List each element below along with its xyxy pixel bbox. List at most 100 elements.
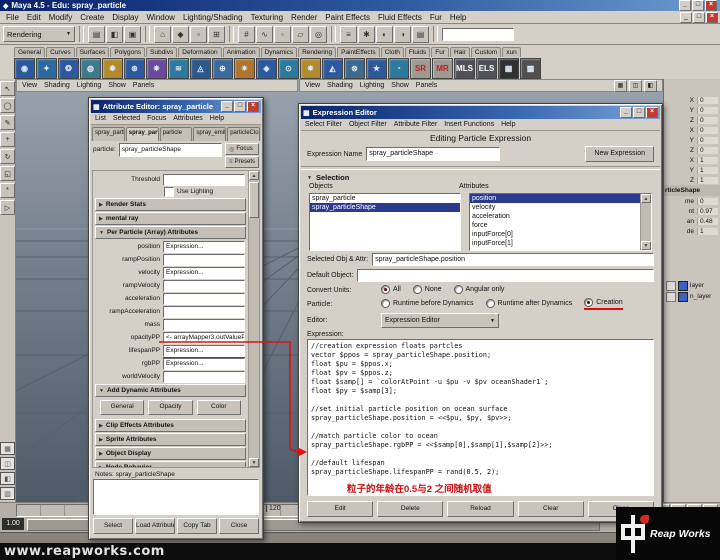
channel-row[interactable]: Y 0 — [664, 105, 720, 115]
menu-set-dropdown[interactable]: Rendering ▼ — [3, 26, 75, 42]
menu-item[interactable]: Help — [501, 121, 515, 128]
menu-item[interactable]: Insert Functions — [444, 121, 494, 128]
panel-menu-item[interactable]: Lighting — [360, 82, 385, 89]
panel-menu-item[interactable]: Shading — [327, 82, 353, 89]
shelf-icon[interactable]: ★ — [366, 58, 387, 79]
menu-item[interactable]: Create — [76, 13, 108, 22]
panel-menu-item[interactable]: Show — [108, 82, 126, 89]
pane-layout-single-button[interactable]: ◧ — [644, 80, 657, 92]
add-attribute-button[interactable]: Color — [197, 400, 241, 415]
shelf-icon[interactable]: ✵ — [146, 58, 167, 79]
attribute-editor-tab[interactable]: spray_particleShape — [126, 127, 159, 141]
input-connections-icon[interactable]: ≡ — [340, 26, 357, 43]
pp-attribute-field[interactable] — [163, 293, 245, 305]
menu-item[interactable]: Attribute Filter — [394, 121, 438, 128]
menu-item[interactable]: Lighting/Shading — [179, 13, 247, 22]
radio-option[interactable]: All — [381, 285, 401, 295]
save-scene-icon[interactable]: ▣ — [124, 26, 141, 43]
attribute-list-item[interactable]: force — [470, 221, 641, 230]
pp-attribute-field[interactable] — [163, 280, 245, 292]
shelf-icon[interactable]: ◍ — [80, 58, 101, 79]
layer-visibility-toggle[interactable] — [666, 292, 676, 302]
attribute-editor-tab[interactable]: particleClo — [227, 127, 260, 141]
shelf-tab[interactable]: Custom — [471, 47, 501, 57]
shape-node-header[interactable]: rticleShape — [664, 185, 720, 196]
shelf-tab[interactable]: Cloth — [381, 47, 404, 57]
pp-attribute-field[interactable]: <- arrayMapper3.outValuePP — [163, 332, 245, 344]
channel-row[interactable]: X 0 — [664, 95, 720, 105]
shelf-icon[interactable]: ≋ — [168, 58, 189, 79]
shelf-icon[interactable]: ◈ — [256, 58, 277, 79]
add-attribute-button[interactable]: General — [100, 400, 144, 415]
attribute-editor-button[interactable]: Load Attributes — [135, 518, 175, 534]
attribute-editor-tab[interactable]: spray_emitter — [193, 127, 226, 141]
menu-item[interactable]: Fluid Effects — [374, 13, 426, 22]
rotate-tool-icon[interactable]: ↻ — [0, 149, 15, 164]
divider[interactable] — [433, 26, 438, 42]
expression-editor-titlebar[interactable]: ▦ Expression Editor _□× — [301, 106, 660, 119]
radio-option[interactable]: Runtime after Dynamics — [486, 299, 573, 309]
select-tool-icon[interactable]: ↖ — [0, 81, 15, 96]
shelf-icon[interactable]: ▩ — [520, 58, 541, 79]
shelf-tab[interactable]: Polygons — [110, 47, 145, 57]
layer-visibility-toggle[interactable] — [666, 281, 676, 291]
channel-row[interactable]: Y 1 — [664, 165, 720, 175]
shelf-icon[interactable]: ▦ — [498, 58, 519, 79]
shelf-icon[interactable]: MLS — [454, 58, 475, 79]
close-button[interactable]: × — [705, 0, 717, 11]
per-particle-section-header[interactable]: ▼ Per Particle (Array) Attributes — [95, 226, 246, 239]
divider[interactable] — [229, 26, 234, 42]
section-header[interactable]: ▶ Clip Effects Attributes — [95, 419, 246, 432]
divider[interactable] — [79, 26, 84, 42]
node-name-field[interactable]: spray_particleShape — [119, 143, 222, 157]
attribute-list-item[interactable]: acceleration — [470, 212, 641, 221]
lasso-tool-icon[interactable]: ◯ — [0, 98, 15, 113]
shelf-icon[interactable]: ✸ — [300, 58, 321, 79]
expression-editor-button[interactable]: Edit — [307, 501, 373, 517]
pp-attribute-field[interactable] — [163, 306, 245, 318]
pp-attribute-field[interactable]: Expression... — [163, 358, 245, 370]
shelf-tab[interactable]: xun — [502, 47, 520, 57]
object-list-item[interactable]: spray_particleShape — [310, 203, 460, 212]
menu-item[interactable]: Focus — [147, 115, 166, 122]
menu-item[interactable]: Attributes — [173, 115, 203, 122]
layer-color-swatch[interactable] — [678, 292, 688, 302]
focus-button[interactable]: ◎ Focus — [225, 143, 259, 155]
maximize-button[interactable]: □ — [693, 12, 705, 23]
scroll-thumb[interactable] — [249, 182, 259, 218]
menu-item[interactable]: Help — [446, 13, 470, 22]
panel-menu-item[interactable]: Panels — [133, 82, 154, 89]
close-button[interactable]: × — [646, 107, 658, 118]
shelf-tab[interactable]: General — [14, 47, 45, 57]
shelf-tab[interactable]: Rendering — [298, 47, 336, 57]
divider[interactable] — [145, 26, 150, 42]
quick-selection-input[interactable] — [442, 28, 514, 41]
selection-section-header[interactable]: ▼ Selection — [301, 172, 660, 183]
panel-menu-item[interactable]: Panels — [416, 82, 437, 89]
maximize-button[interactable]: □ — [692, 0, 704, 11]
channel-row[interactable]: Z 1 — [664, 175, 720, 185]
paint-select-tool-icon[interactable]: ✎ — [0, 115, 15, 130]
shelf-tab[interactable]: Surfaces — [76, 47, 110, 57]
shelf-icon[interactable]: MR — [432, 58, 453, 79]
shelf-icon[interactable]: SR — [410, 58, 431, 79]
expression-name-field[interactable]: spray_particleShape — [366, 147, 500, 161]
shelf-icon[interactable]: ✹ — [102, 58, 123, 79]
menu-item[interactable]: Window — [143, 13, 179, 22]
objects-list[interactable]: spray_particlespray_particleShape — [309, 193, 461, 251]
channel-row[interactable]: Z 0 — [664, 145, 720, 155]
select-by-object-icon[interactable]: ◆ — [172, 26, 189, 43]
shelf-icon[interactable]: ◬ — [190, 58, 211, 79]
scroll-up-icon[interactable]: ▲ — [641, 194, 651, 203]
menu-item[interactable]: Edit — [23, 13, 45, 22]
radio-option[interactable]: Runtime before Dynamics — [381, 299, 474, 309]
shelf-icon[interactable]: ⊗ — [344, 58, 365, 79]
pane-layout-four-button[interactable]: ▦ — [614, 80, 627, 92]
threshold-field[interactable] — [163, 174, 245, 186]
menu-item[interactable]: Selected — [113, 115, 140, 122]
select-by-hierarchy-icon[interactable]: ⌂ — [154, 26, 171, 43]
range-start-field[interactable]: 1.00 — [2, 518, 24, 530]
minimize-button[interactable]: _ — [620, 107, 632, 118]
shelf-icon[interactable]: ✦ — [36, 58, 57, 79]
shelf-icon[interactable]: ⊕ — [212, 58, 233, 79]
